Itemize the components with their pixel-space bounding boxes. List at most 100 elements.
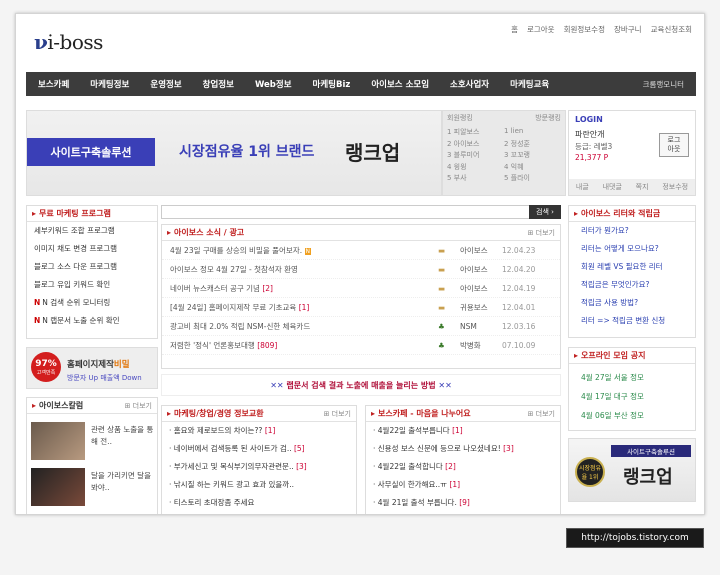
link-education[interactable]: 교육신청조회	[651, 24, 692, 35]
main-banner[interactable]: 사이트구축솔루션 시장점유율 1위 브랜드 랭크업	[26, 110, 442, 196]
sprout-icon: ♣	[438, 321, 445, 331]
search-input[interactable]	[161, 205, 561, 219]
column-thumbnail[interactable]	[31, 468, 85, 506]
list-item[interactable]: · 낚시질 하는 키워드 광고 효과 있을까..	[162, 476, 356, 494]
column-item[interactable]: 달을 가리키면 달을 봐야..	[91, 470, 155, 494]
top-links: 홈 로그아웃 회원정보수정 장바구니 교육신청조회	[511, 24, 692, 35]
ranking-row: 1 피알보스 1 lien	[447, 127, 524, 136]
nav-item-cafe[interactable]: 보스카페	[38, 78, 69, 90]
nav-item-operation[interactable]: 운영정보	[150, 78, 181, 90]
ranking-panel: 회원랭킹 방문랭킹 1 피알보스 1 lien 2 아이보스 2 정성훈 3 블루미…	[442, 110, 566, 196]
login-panel: LOGIN 파란안개 등급: 레벨3 21,377 P 로그 아웃 내글 내댓글…	[568, 110, 696, 196]
bullet-icon: ▸	[574, 351, 579, 360]
sparkle-icon: ✕✕	[270, 380, 284, 390]
list-item[interactable]: 리터가 뭔가요?	[569, 222, 695, 240]
bullet-icon: ▸	[32, 209, 37, 218]
promo-link[interactable]: ✕✕ 랩문서 검색 결과 노출에 매출을 늘리는 방법 ✕✕	[161, 374, 561, 396]
news-row[interactable]: 아이보스 정모 4월 27일 - 첫참석자 환영 ▬ 아이보스 12.04.20	[162, 260, 560, 279]
list-item[interactable]: · 사무실이 한가해요..ㅠ [1]	[366, 476, 560, 494]
list-item[interactable]: NN 랩문서 노출 순위 확인	[27, 312, 157, 330]
bullet-icon: ▸	[167, 228, 172, 237]
login-tabs: 내글 내댓글 쪽지 정보수정	[569, 179, 695, 195]
link-logout[interactable]: 로그아웃	[527, 24, 555, 35]
link-profile-edit[interactable]: 회원정보수정	[564, 24, 605, 35]
nav-item-monitor[interactable]: 크롬랭모니터	[643, 79, 684, 90]
main-nav: 보스카페 마케팅정보 운영정보 창업정보 Web정보 마케팅Biz 아이보스 소…	[26, 72, 696, 96]
market-info-box: ▸ 마케팅/창업/경영 정보교환 ⊞ 더보기 · 홈요와 제로보드의 차이는?? […	[161, 405, 357, 514]
login-header: LOGIN	[575, 115, 603, 124]
news-row[interactable]: [4월 24일] 홈페이지제작 무료 기초교육 [1] ▬ 귀용보스 12.04.01	[162, 298, 560, 317]
more-link[interactable]: ⊞ 더보기	[324, 409, 351, 419]
percent-badge: 97% 고객만족	[31, 352, 61, 382]
list-item[interactable]: · 신용성 보스 신문에 등으로 나오셨네요! [3]	[366, 440, 560, 458]
list-item[interactable]: · 4월 21일 출석 부릅니다. [9]	[366, 494, 560, 512]
column-item[interactable]: 관련 상품 노출을 통해 전..	[91, 424, 155, 448]
list-item[interactable]: 이미지 채도 변경 프로그램	[27, 240, 157, 258]
logout-button[interactable]: 로그 아웃	[659, 133, 689, 157]
cafe-box: ▸ 보스카페 - 마음을 나누어요 ⊞ 더보기 · 4월22일 출석부릅니다 [1]…	[365, 405, 561, 514]
author-icon: ▬	[438, 283, 446, 293]
new-badge: N	[304, 247, 312, 255]
homepage-ad[interactable]: 97% 고객만족 홈페이지제작비밀 방문자 Up 매출액 Down	[26, 347, 158, 389]
search-button[interactable]: 검색 ›	[529, 205, 561, 219]
link-cart[interactable]: 장바구니	[614, 24, 642, 35]
list-item[interactable]: 블로그 소스 다운 프로그램	[27, 258, 157, 276]
column-box: ▸ 아이보스칼럼 ⊞ 더보기 관련 상품 노출을 통해 전.. 달을 가리키면 달을…	[26, 397, 158, 514]
list-item[interactable]: 적립금 사용 방법?	[569, 294, 695, 312]
tab-my-posts[interactable]: 내글	[576, 182, 589, 192]
rankup-ad[interactable]: 사이트구축솔루션 시장점유율 1위 랭크업	[568, 438, 696, 502]
news-box: ▸ 아이보스 소식 / 광고 ⊞ 더보기 4월 23일 구매를 상승의 비밀을 풀어…	[161, 224, 561, 369]
list-item[interactable]: · 홈요와 제로보드의 차이는?? [1]	[162, 422, 356, 440]
nav-item-startup[interactable]: 창업정보	[203, 78, 234, 90]
more-link[interactable]: ⊞ 더보기	[125, 401, 152, 411]
logo[interactable]: νi-boss	[34, 30, 103, 54]
tab-visit-ranking[interactable]: 방문랭킹	[535, 113, 561, 123]
more-link[interactable]: ⊞ 더보기	[528, 409, 555, 419]
bullet-icon: ▸	[167, 409, 172, 418]
nav-item-biz[interactable]: 마케팅Biz	[313, 78, 351, 90]
list-item[interactable]: NN 검색 순위 모니터링	[27, 294, 157, 312]
ranking-row: 4 윙윙 4 익혜	[447, 162, 524, 171]
list-item[interactable]: 리터 => 적립금 변환 신청	[569, 312, 695, 330]
author-icon: ▬	[438, 245, 446, 255]
logo-v-icon: ν	[34, 30, 48, 54]
news-row[interactable]: 광고비 최대 2.0% 적립 NSM-신한 체육카드 ♣ NSM 12.03.16	[162, 317, 560, 336]
list-item[interactable]: 리터는 어떻게 모으나요?	[569, 240, 695, 258]
list-item[interactable]: 블로그 유입 키워드 확인	[27, 276, 157, 294]
list-item[interactable]: · 티스토리 초대장좀 주세요	[162, 494, 356, 512]
list-item[interactable]: · 부가세신고 및 복식부기의무자관련문.. [3]	[162, 458, 356, 476]
list-item[interactable]: 4월 17일 대구 정모	[569, 387, 695, 406]
tab-messages[interactable]: 쪽지	[636, 182, 649, 192]
nav-item-web[interactable]: Web정보	[255, 78, 292, 90]
list-item[interactable]: 회원 레벨 VS 필요한 리터	[569, 258, 695, 276]
medal-icon: 시장점유율 1위	[575, 457, 605, 487]
list-item[interactable]: 세부키워드 조합 프로그램	[27, 222, 157, 240]
list-item[interactable]: · 4월22일 출석부릅니다 [1]	[366, 422, 560, 440]
list-item[interactable]: 적립금은 무엇인가요?	[569, 276, 695, 294]
link-home[interactable]: 홈	[511, 24, 518, 35]
tab-member-ranking[interactable]: 회원랭킹	[447, 113, 473, 123]
reward-box: ▸ 아이보스 리터와 적립금 리터가 뭔가요? 리터는 어떻게 모으나요? 회원 …	[568, 205, 696, 338]
bullet-icon: ▸	[32, 401, 37, 410]
list-item[interactable]: 4월 06일 부산 정모	[569, 406, 695, 425]
more-link[interactable]: ⊞ 더보기	[528, 228, 555, 238]
list-item[interactable]: 4월 27일 서울 정모	[569, 368, 695, 387]
news-row[interactable]: 4월 23일 구매를 상승의 비밀을 풀어보자. N ▬ 아이보스 12.04.23	[162, 241, 560, 260]
nav-item-marketing[interactable]: 마케팅정보	[90, 78, 129, 90]
free-marketing-title: 무료 마케팅 프로그램	[39, 209, 111, 218]
sparkle-icon: ✕✕	[438, 380, 452, 390]
list-item[interactable]: · 4월22일 출석합니다 [2]	[366, 458, 560, 476]
column-thumbnail[interactable]	[31, 422, 85, 460]
nav-item-meetup[interactable]: 아이보스 소모임	[371, 78, 429, 90]
list-item[interactable]: · 네이버에서 검색등록 된 사이트가 검.. [5]	[162, 440, 356, 458]
tab-my-comments[interactable]: 내댓글	[603, 182, 622, 192]
offline-box: ▸ 오프라인 모임 공지 4월 27일 서울 정모 4월 17일 대구 정모 4월…	[568, 347, 696, 431]
author-icon: ▬	[438, 264, 446, 274]
tab-edit-info[interactable]: 정보수정	[662, 182, 688, 192]
banner-tagline: 시장점유율 1위 브랜드	[179, 144, 315, 160]
news-row[interactable]: 저렴한 '정식' 언론홍보대행 [809] ♣ 박병화 07.10.09	[162, 336, 560, 355]
nav-item-soho[interactable]: 소호사업자	[450, 78, 489, 90]
nav-item-education[interactable]: 마케팅교육	[510, 78, 549, 90]
free-marketing-box: ▸ 무료 마케팅 프로그램 세부키워드 조합 프로그램 이미지 채도 변경 프로그…	[26, 205, 158, 339]
news-row[interactable]: 네이버 뉴스캐스터 공구 기념 [2] ▬ 아이보스 12.04.19	[162, 279, 560, 298]
